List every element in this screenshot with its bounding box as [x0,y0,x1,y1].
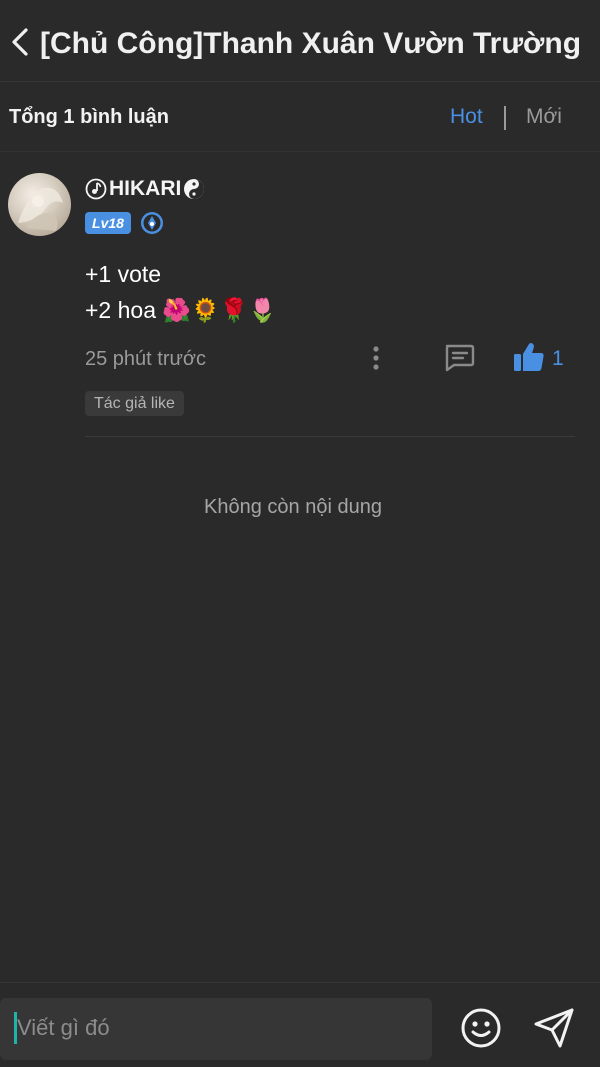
comment-body: +1 vote +2 hoa 🌺🌻🌹🌷 [85,256,277,328]
yin-yang-icon [184,179,205,199]
like-button[interactable] [512,340,546,374]
username-text: HIKARI [109,177,182,200]
avatar-image [18,187,63,231]
sort-new-tab[interactable]: Mới [526,104,562,130]
flower-emojis: 🌺🌻🌹🌷 [162,297,277,323]
comment-input-placeholder: Viết gì đó [17,1015,110,1040]
thumbs-up-icon [514,343,544,371]
shield-badge-icon [140,211,164,235]
music-disc-icon [85,178,107,200]
emoji-button[interactable] [460,1007,502,1049]
page-title: [Chủ Công]Thanh Xuân Vườn Trường [40,27,582,60]
top-header: [Chủ Công]Thanh Xuân Vườn Trường [0,0,600,82]
comment-line-2: +2 hoa 🌺🌻🌹🌷 [85,292,277,328]
comment-username[interactable]: HIKARI [85,175,205,203]
comment-count-label: Tổng 1 bình luận [9,106,169,128]
author-liked-badge: Tác giả like [85,391,184,416]
avatar[interactable] [8,173,71,236]
like-count: 1 [552,347,564,370]
comment-divider [85,436,575,437]
end-of-list-message: Không còn nội dung [204,496,382,518]
chevron-left-icon [12,28,28,56]
back-button[interactable] [4,20,36,64]
smiley-icon [461,1008,501,1048]
level-badge: Lv18 [85,212,131,234]
paper-plane-icon [534,1008,574,1048]
comment-line-1: +1 vote [85,261,162,287]
reply-button[interactable] [442,342,476,374]
comment-timestamp: 25 phút trước [85,348,207,370]
comment-line-2-text: +2 hoa [85,297,156,323]
vertical-dots-icon [373,346,379,370]
send-button[interactable] [532,1006,576,1050]
sort-hot-tab[interactable]: Hot [450,104,483,130]
sort-divider [504,106,506,130]
more-options-button[interactable] [364,344,388,374]
comment-icon [445,344,475,372]
